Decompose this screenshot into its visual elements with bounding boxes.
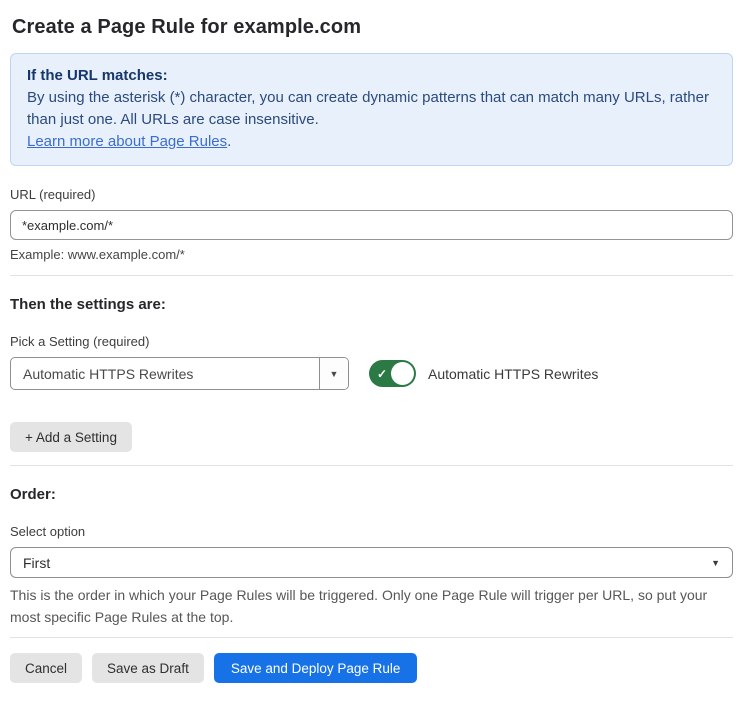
info-box-heading: If the URL matches: [27,67,168,84]
learn-more-link[interactable]: Learn more about Page Rules [27,133,227,150]
info-box-link-line: Learn more about Page Rules. [27,131,716,153]
order-help-text: This is the order in which your Page Rul… [10,587,708,625]
dropdown-arrow-icon[interactable]: ▼ [319,358,348,389]
add-setting-button[interactable]: + Add a Setting [10,422,132,452]
divider [10,275,733,276]
url-matches-info-box: If the URL matches: By using the asteris… [10,53,733,166]
link-suffix: . [227,133,232,150]
cancel-button[interactable]: Cancel [10,653,83,683]
order-select-value: First [23,554,51,571]
url-example-hint: Example: www.example.com/* [10,247,185,262]
url-field-label: URL (required) [10,187,96,202]
info-box-body: By using the asterisk (*) character, you… [27,89,709,128]
divider [10,465,733,466]
order-section-heading: Order: [10,486,56,503]
setting-toggle-label: Automatic HTTPS Rewrites [428,365,599,382]
action-bar: Cancel Save as Draft Save and Deploy Pag… [10,653,733,683]
setting-dropdown-value: Automatic HTTPS Rewrites [23,365,194,382]
setting-dropdown[interactable]: Automatic HTTPS Rewrites ▼ [10,357,349,390]
setting-toggle[interactable]: ✓ [369,360,416,387]
save-deploy-button[interactable]: Save and Deploy Page Rule [213,653,418,683]
check-icon: ✓ [377,366,388,381]
order-select[interactable]: First ▼ [10,547,733,578]
url-input[interactable] [10,210,733,240]
page-title: Create a Page Rule for example.com [12,16,362,38]
setting-row: Automatic HTTPS Rewrites ▼ ✓ Automatic H… [10,357,733,390]
toggle-knob [391,362,414,385]
order-select-label: Select option [10,524,86,539]
settings-section-heading: Then the settings are: [10,296,166,313]
divider [10,637,733,638]
pick-setting-label: Pick a Setting (required) [10,334,150,349]
chevron-down-icon: ▼ [711,557,720,568]
save-draft-button[interactable]: Save as Draft [92,653,204,683]
